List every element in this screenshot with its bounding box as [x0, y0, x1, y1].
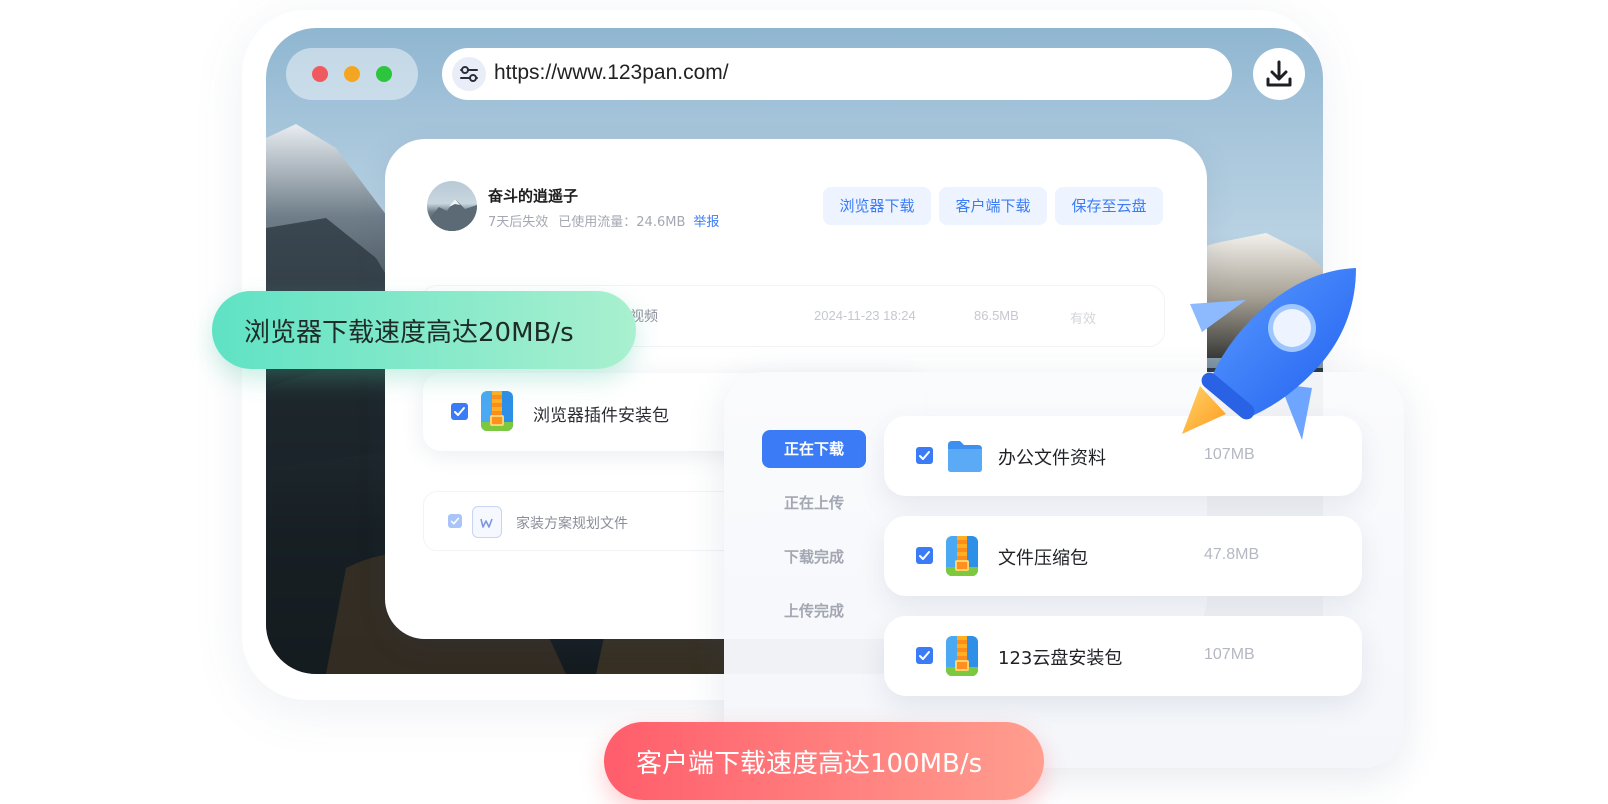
checkbox-checked[interactable] — [916, 447, 933, 464]
file-size: 47.8MB — [1204, 546, 1260, 563]
file-date: 2024-11-23 18:24 — [814, 308, 916, 323]
folder-icon — [948, 441, 982, 472]
word-doc-icon — [472, 506, 502, 538]
url-text[interactable]: https://www.123pan.com/ — [494, 61, 729, 85]
tab-uploading[interactable]: 正在上传 — [762, 484, 866, 522]
zip-icon — [946, 636, 978, 676]
rocket-icon — [1182, 268, 1356, 440]
tab-upload-complete[interactable]: 上传完成 — [762, 592, 866, 630]
file-name: 办公文件资料 — [998, 448, 1106, 469]
file-size: 107MB — [1204, 646, 1255, 663]
checkbox-checked[interactable] — [916, 647, 933, 664]
browser-speed-badge: 浏览器下载速度高达20MB/s — [212, 291, 636, 369]
zip-icon — [946, 536, 978, 576]
expiry-text: 7天后失效 — [488, 215, 549, 230]
minimize-dot[interactable] — [344, 66, 360, 82]
file-name: 文件压缩包 — [998, 548, 1088, 569]
checkbox-checked[interactable] — [451, 403, 468, 420]
client-speed-text: 客户端下载速度高达100MB/s — [636, 749, 983, 779]
report-link[interactable]: 举报 — [693, 215, 719, 230]
share-meta: 7天后失效 已使用流量：24.6MB 举报 — [488, 211, 719, 230]
checkbox-checked[interactable] — [448, 514, 462, 528]
file-name: 浏览器插件安装包 — [533, 406, 669, 426]
file-status: 有效 — [1070, 312, 1097, 327]
download-icon — [1266, 60, 1292, 87]
file-name: 家装方案规划文件 — [516, 516, 628, 532]
checkbox-checked[interactable] — [916, 547, 933, 564]
save-to-cloud-button[interactable]: 保存至云盘 — [1055, 187, 1163, 225]
window-controls — [286, 48, 418, 100]
tab-downloading[interactable]: 正在下载 — [762, 430, 866, 468]
download-item[interactable]: 123云盘安装包 107MB — [884, 616, 1362, 696]
client-download-button[interactable]: 客户端下载 — [939, 187, 1047, 225]
owner-avatar[interactable] — [427, 181, 477, 231]
maximize-dot[interactable] — [376, 66, 392, 82]
traffic-text: 已使用流量：24.6MB — [558, 215, 686, 230]
zip-icon — [481, 391, 513, 431]
download-item[interactable]: 文件压缩包 47.8MB — [884, 516, 1362, 596]
owner-name: 奋斗的逍遥子 — [488, 187, 579, 205]
file-size: 86.5MB — [974, 308, 1019, 323]
browser-speed-text: 浏览器下载速度高达20MB/s — [244, 318, 574, 348]
address-bar[interactable]: https://www.123pan.com/ — [442, 48, 1232, 100]
client-speed-badge: 客户端下载速度高达100MB/s — [604, 722, 1044, 800]
tab-download-complete[interactable]: 下载完成 — [762, 538, 866, 576]
file-name: 123云盘安装包 — [998, 648, 1123, 669]
site-settings-icon[interactable] — [452, 57, 486, 91]
browser-download-button[interactable]: 浏览器下载 — [823, 187, 931, 225]
download-button[interactable] — [1253, 48, 1305, 100]
close-dot[interactable] — [312, 66, 328, 82]
